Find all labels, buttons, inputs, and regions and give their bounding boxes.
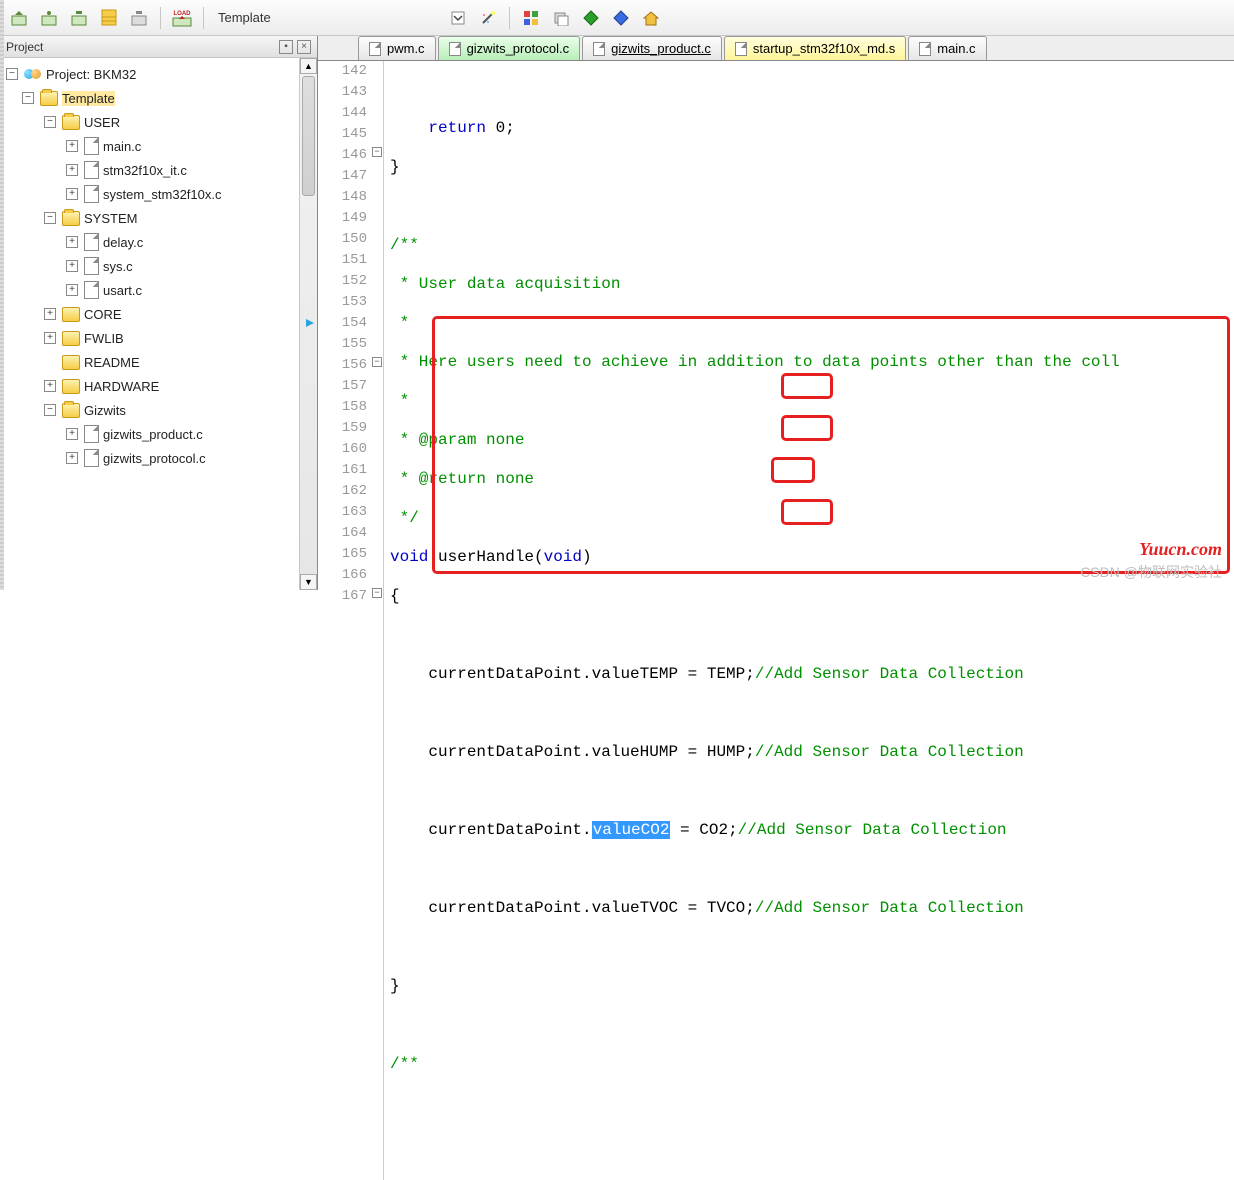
editor-tabs: pwm.c gizwits_protocol.c gizwits_product… bbox=[318, 36, 1234, 61]
project-panel-title: Project bbox=[6, 40, 43, 54]
toolbar-template-label: Template bbox=[212, 10, 277, 25]
tree-file[interactable]: +usart.c bbox=[2, 278, 315, 302]
folder-icon bbox=[62, 403, 80, 418]
scroll-down-icon[interactable]: ▼ bbox=[300, 574, 317, 590]
blocks-icon[interactable] bbox=[518, 5, 544, 31]
folder-icon bbox=[62, 211, 80, 226]
folder-icon bbox=[62, 379, 80, 394]
file-icon bbox=[84, 161, 99, 179]
tree-file[interactable]: +delay.c bbox=[2, 230, 315, 254]
close-icon[interactable]: × bbox=[297, 40, 311, 54]
file-icon bbox=[84, 425, 99, 443]
editor-border bbox=[0, 0, 4, 590]
workspace-icon bbox=[24, 67, 42, 81]
tree-root[interactable]: −Project: BKM32 bbox=[2, 62, 315, 86]
tree-core[interactable]: +CORE bbox=[2, 302, 315, 326]
file-icon bbox=[84, 137, 99, 155]
project-panel-header: Project ▪ × bbox=[0, 36, 317, 58]
project-tree[interactable]: −Project: BKM32 −Template −USER +main.c … bbox=[0, 58, 317, 590]
current-line-arrow bbox=[304, 317, 316, 329]
line-gutter: 142143144145 146147148149 150151152153 1… bbox=[318, 61, 384, 1180]
tree-file[interactable]: +stm32f10x_it.c bbox=[2, 158, 315, 182]
file-icon bbox=[919, 42, 931, 56]
toolbar-separator bbox=[203, 7, 204, 29]
tab-gizwits-product[interactable]: gizwits_product.c bbox=[582, 36, 722, 60]
tree-file[interactable]: +gizwits_protocol.c bbox=[2, 446, 315, 470]
stack-icon[interactable] bbox=[548, 5, 574, 31]
load-button[interactable]: LOAD bbox=[169, 5, 195, 31]
folder-icon bbox=[40, 91, 58, 106]
code-area[interactable]: 142143144145 146147148149 150151152153 1… bbox=[318, 61, 1234, 1180]
diamond-blue-icon[interactable] bbox=[608, 5, 634, 31]
toolbar-separator bbox=[509, 7, 510, 29]
file-icon bbox=[84, 257, 99, 275]
watermark-brand: Yuucn.com bbox=[1139, 539, 1222, 560]
file-icon bbox=[735, 42, 747, 56]
file-icon bbox=[84, 449, 99, 467]
toolbar-separator bbox=[160, 7, 161, 29]
tab-pwm[interactable]: pwm.c bbox=[358, 36, 436, 60]
scroll-thumb[interactable] bbox=[302, 76, 315, 196]
toolbar-btn-2[interactable] bbox=[36, 5, 62, 31]
tab-startup[interactable]: startup_stm32f10x_md.s bbox=[724, 36, 906, 60]
tree-file[interactable]: +gizwits_product.c bbox=[2, 422, 315, 446]
load-label: LOAD bbox=[174, 11, 192, 17]
file-icon bbox=[593, 42, 605, 56]
diamond-green-icon[interactable] bbox=[578, 5, 604, 31]
file-icon bbox=[84, 233, 99, 251]
fold-icon[interactable]: − bbox=[372, 147, 382, 157]
pin-icon[interactable]: ▪ bbox=[279, 40, 293, 54]
file-icon bbox=[84, 281, 99, 299]
scroll-up-icon[interactable]: ▲ bbox=[300, 58, 317, 74]
watermark-csdn: CSDN @物联网实验社 bbox=[1080, 562, 1222, 582]
tree-readme[interactable]: README bbox=[2, 350, 315, 374]
toolbar-btn-5[interactable] bbox=[126, 5, 152, 31]
tree-file[interactable]: +system_stm32f10x.c bbox=[2, 182, 315, 206]
tree-user[interactable]: −USER bbox=[2, 110, 315, 134]
folder-icon bbox=[62, 307, 80, 322]
folder-icon bbox=[62, 331, 80, 346]
toolbar-btn-4[interactable] bbox=[96, 5, 122, 31]
fold-icon[interactable]: − bbox=[372, 357, 382, 367]
home-icon[interactable] bbox=[638, 5, 664, 31]
tree-system[interactable]: −SYSTEM bbox=[2, 206, 315, 230]
tree-gizwits[interactable]: −Gizwits bbox=[2, 398, 315, 422]
file-icon bbox=[449, 42, 461, 56]
tree-hardware[interactable]: +HARDWARE bbox=[2, 374, 315, 398]
file-icon bbox=[369, 42, 381, 56]
folder-icon bbox=[62, 115, 80, 130]
toolbar-btn-1[interactable] bbox=[6, 5, 32, 31]
tab-main[interactable]: main.c bbox=[908, 36, 986, 60]
project-panel: Project ▪ × −Project: BKM32 −Template −U… bbox=[0, 36, 318, 590]
tree-file[interactable]: +main.c bbox=[2, 134, 315, 158]
tab-gizwits-protocol[interactable]: gizwits_protocol.c bbox=[438, 36, 581, 60]
tree-template[interactable]: −Template bbox=[2, 86, 315, 110]
wand-icon[interactable] bbox=[475, 5, 501, 31]
file-icon bbox=[84, 185, 99, 203]
code-body[interactable]: return 0; } /** * User data acquisition … bbox=[384, 61, 1234, 1180]
dropdown-icon[interactable] bbox=[445, 5, 471, 31]
folder-icon bbox=[62, 355, 80, 370]
code-editor: pwm.c gizwits_protocol.c gizwits_product… bbox=[318, 36, 1234, 590]
tree-fwlib[interactable]: +FWLIB bbox=[2, 326, 315, 350]
toolbar-btn-3[interactable] bbox=[66, 5, 92, 31]
main-toolbar: LOAD Template bbox=[0, 0, 1234, 36]
tree-file[interactable]: +sys.c bbox=[2, 254, 315, 278]
